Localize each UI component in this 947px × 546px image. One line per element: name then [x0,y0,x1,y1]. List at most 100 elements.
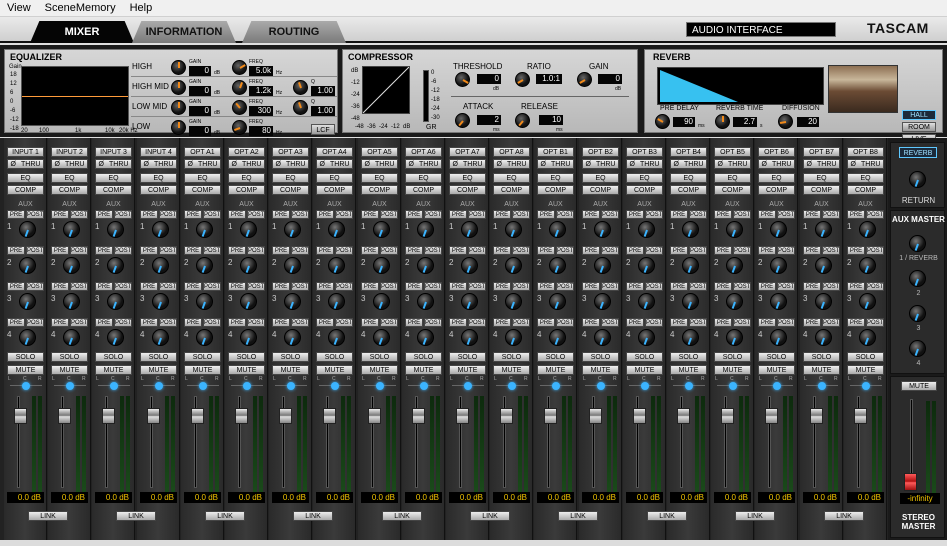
comp-button[interactable]: COMP [95,185,132,195]
aux-pre-button[interactable]: PRE [803,318,821,327]
eq-button[interactable]: EQ [493,173,530,183]
aux-pre-button[interactable]: PRE [582,246,600,255]
aux-pre-button[interactable]: PRE [361,282,379,291]
aux-pre-button[interactable]: PRE [361,210,379,219]
aux-post-button[interactable]: POST [203,318,221,327]
aux-post-button[interactable]: POST [424,318,442,327]
aux-post-button[interactable]: POST [645,282,663,291]
pan-knob[interactable] [420,382,428,390]
aux-pre-button[interactable]: PRE [714,282,732,291]
aux-post-button[interactable]: POST [512,282,530,291]
aux-send-knob[interactable] [815,257,832,274]
aux-send-knob[interactable] [417,293,434,310]
aux-pre-button[interactable]: PRE [272,246,290,255]
aux-pre-button[interactable]: PRE [316,282,334,291]
pan-knob[interactable] [597,382,605,390]
aux-post-button[interactable]: POST [380,318,398,327]
aux-send-knob[interactable] [152,329,169,346]
solo-button[interactable]: SOLO [847,352,884,362]
pan-knob[interactable] [641,382,649,390]
aux-send-knob[interactable] [682,257,699,274]
tab-information[interactable]: INFORMATION [132,21,236,43]
channel-name[interactable]: OPT A6 [405,147,442,157]
aux-pre-button[interactable]: PRE [95,210,113,219]
aux-send-knob[interactable] [284,257,301,274]
mute-button[interactable]: MUTE [803,365,840,375]
aux-pre-button[interactable]: PRE [493,282,511,291]
aux-pre-button[interactable]: PRE [493,246,511,255]
aux-pre-button[interactable]: PRE [493,210,511,219]
aux-send-knob[interactable] [549,293,566,310]
eq-button[interactable]: EQ [272,173,309,183]
comp-button[interactable]: COMP [184,185,221,195]
pan-knob[interactable] [464,382,472,390]
aux-send-knob[interactable] [682,329,699,346]
aux-post-button[interactable]: POST [247,282,265,291]
master-fader[interactable] [904,473,917,491]
pan-control[interactable]: LCR [848,376,883,390]
pan-knob[interactable] [773,382,781,390]
eq-button[interactable]: EQ [803,173,840,183]
channel-name[interactable]: INPUT 2 [51,147,88,157]
aux-pre-button[interactable]: PRE [7,246,25,255]
mute-button[interactable]: MUTE [7,365,44,375]
aux-post-button[interactable]: POST [70,282,88,291]
link-button[interactable]: LINK [470,511,510,521]
aux-pre-button[interactable]: PRE [228,318,246,327]
aux-post-button[interactable]: POST [645,318,663,327]
aux-send-knob[interactable] [461,329,478,346]
pan-control[interactable]: LCR [362,376,397,390]
link-button[interactable]: LINK [205,511,245,521]
aux-post-button[interactable]: POST [601,210,619,219]
reverb-enable-button[interactable]: REVERB [899,147,937,158]
eq-button[interactable]: EQ [7,173,44,183]
aux-pre-button[interactable]: PRE [670,210,688,219]
link-button[interactable]: LINK [116,511,156,521]
channel-fader[interactable] [544,408,557,424]
channel-name[interactable]: OPT A7 [449,147,486,157]
aux-pre-button[interactable]: PRE [184,318,202,327]
channel-name[interactable]: OPT B5 [714,147,751,157]
aux-send-knob[interactable] [240,257,257,274]
aux-send-knob[interactable] [107,257,124,274]
channel-fader[interactable] [368,408,381,424]
comp-button[interactable]: COMP [140,185,177,195]
aux-pre-button[interactable]: PRE [140,282,158,291]
aux-post-button[interactable]: POST [822,318,840,327]
aux-pre-button[interactable]: PRE [316,318,334,327]
aux-pre-button[interactable]: PRE [95,246,113,255]
reverb-time-knob[interactable] [715,114,730,129]
solo-button[interactable]: SOLO [582,352,619,362]
eq-button[interactable]: EQ [95,173,132,183]
phase-thru-button[interactable]: Ø THRU [405,159,442,169]
aux-post-button[interactable]: POST [733,210,751,219]
channel-name[interactable]: OPT A1 [184,147,221,157]
aux-send-knob[interactable] [328,293,345,310]
aux-post-button[interactable]: POST [822,282,840,291]
channel-fader[interactable] [191,408,204,424]
aux-post-button[interactable]: POST [114,246,132,255]
aux-pre-button[interactable]: PRE [449,318,467,327]
aux-post-button[interactable]: POST [777,246,795,255]
channel-fader[interactable] [102,408,115,424]
aux-pre-button[interactable]: PRE [361,318,379,327]
reverb-return-knob[interactable] [909,171,926,188]
aux-post-button[interactable]: POST [645,210,663,219]
aux-pre-button[interactable]: PRE [626,210,644,219]
aux-send-knob[interactable] [417,329,434,346]
phase-thru-button[interactable]: Ø THRU [316,159,353,169]
aux-post-button[interactable]: POST [70,318,88,327]
aux-pre-button[interactable]: PRE [582,210,600,219]
phase-thru-button[interactable]: Ø THRU [140,159,177,169]
aux-pre-button[interactable]: PRE [847,210,865,219]
aux-send-knob[interactable] [770,221,787,238]
aux-post-button[interactable]: POST [468,318,486,327]
diffusion-knob[interactable] [778,114,793,129]
tab-mixer[interactable]: MIXER [30,21,134,43]
solo-button[interactable]: SOLO [361,352,398,362]
phase-thru-button[interactable]: Ø THRU [7,159,44,169]
aux-send-knob[interactable] [638,329,655,346]
eq-button[interactable]: EQ [140,173,177,183]
aux-pre-button[interactable]: PRE [228,246,246,255]
pan-control[interactable]: LCR [759,376,794,390]
